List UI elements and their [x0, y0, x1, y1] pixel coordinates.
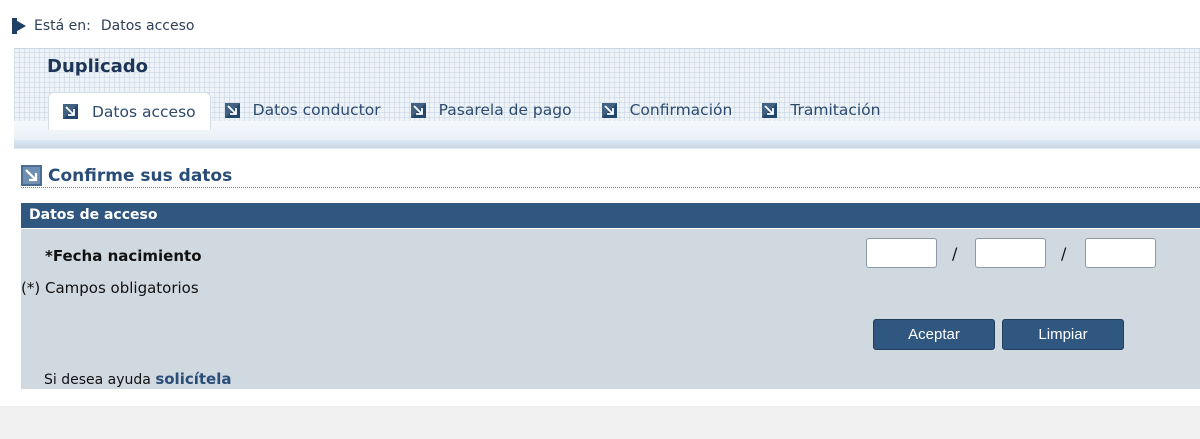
birth-day-input[interactable] — [866, 238, 937, 268]
breadcrumb-arrow-icon — [12, 18, 26, 34]
section-title: Confirme sus datos — [21, 164, 1200, 188]
tab-label: Tramitación — [790, 101, 881, 119]
tab-pasarela-de-pago[interactable]: Pasarela de pago — [397, 94, 588, 126]
arrow-square-icon — [762, 102, 778, 118]
accept-button[interactable]: Aceptar — [873, 319, 995, 350]
arrow-square-icon — [601, 102, 617, 118]
birthdate-label: *Fecha nacimiento — [45, 247, 202, 265]
required-fields-note: (*) Campos obligatorios — [21, 279, 199, 297]
date-separator: / — [952, 244, 958, 263]
breadcrumb-current: Datos acceso — [100, 18, 195, 34]
help-text: Si desea ayuda solicítela — [44, 370, 232, 388]
tab-tramitacion[interactable]: Tramitación — [748, 94, 896, 126]
date-separator: / — [1061, 244, 1067, 263]
step-tabs: Datos acceso Datos conductor Pasarela de… — [48, 92, 897, 132]
tab-datos-conductor[interactable]: Datos conductor — [211, 94, 397, 126]
arrow-square-icon — [21, 165, 42, 186]
arrow-square-icon — [410, 102, 426, 118]
arrow-square-icon — [224, 102, 240, 118]
header-bottom-bar — [14, 140, 1200, 148]
footer-band — [0, 406, 1200, 439]
help-label: Si desea ayuda — [44, 372, 151, 388]
tab-label: Confirmación — [629, 101, 733, 119]
tab-label: Datos acceso — [92, 102, 196, 121]
birth-month-input[interactable] — [975, 238, 1046, 268]
form-header: Datos de acceso — [21, 203, 1200, 228]
tab-datos-acceso[interactable]: Datos acceso — [48, 92, 211, 130]
breadcrumb: Está en: Datos acceso — [12, 16, 194, 36]
clear-button[interactable]: Limpiar — [1002, 319, 1124, 350]
breadcrumb-prefix: Está en: — [34, 18, 91, 34]
tab-label: Pasarela de pago — [438, 101, 572, 119]
tab-label: Datos conductor — [252, 101, 381, 119]
section-title-text: Confirme sus datos — [48, 165, 233, 186]
tab-confirmacion[interactable]: Confirmación — [588, 94, 749, 126]
arrow-square-icon — [63, 104, 78, 119]
help-request-link[interactable]: solicítela — [155, 370, 231, 388]
birth-year-input[interactable] — [1085, 238, 1156, 268]
page-title: Duplicado — [47, 56, 149, 77]
